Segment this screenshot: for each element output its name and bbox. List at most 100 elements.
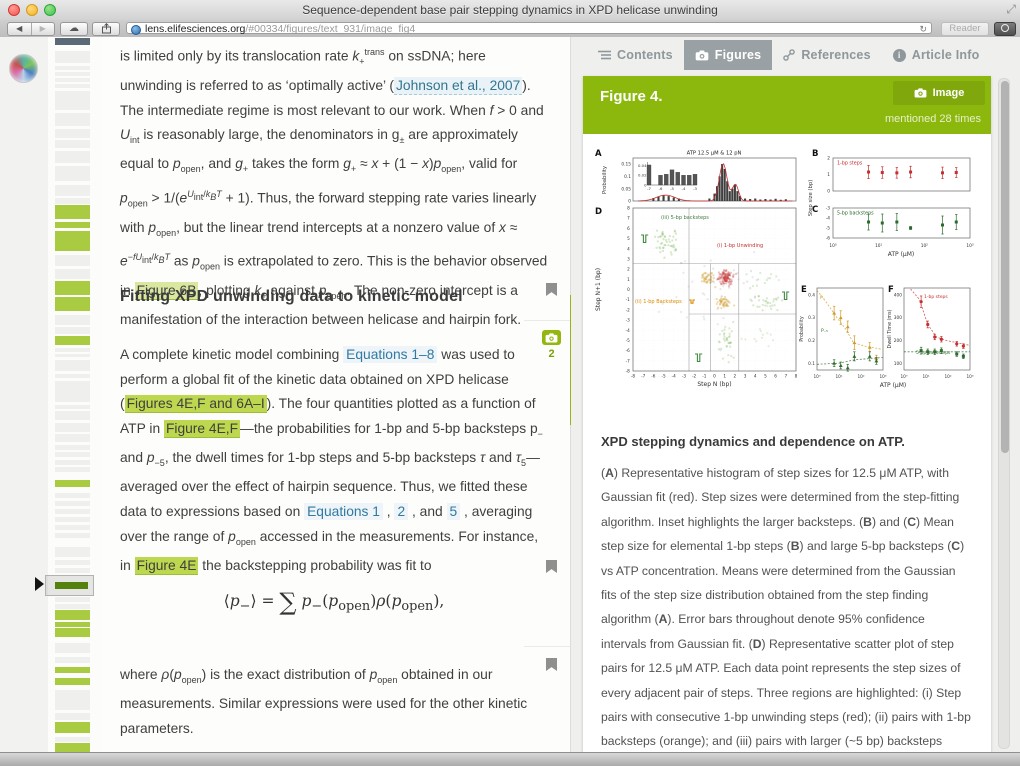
tab-references[interactable]: References xyxy=(772,40,881,70)
svg-text:-5: -5 xyxy=(626,338,631,343)
svg-text:0.2: 0.2 xyxy=(808,338,815,344)
minimap-bar[interactable] xyxy=(55,113,90,126)
minimap-bar[interactable] xyxy=(55,78,90,82)
minimap-bar[interactable] xyxy=(55,51,90,63)
fullscreen-icon[interactable]: ⤢ xyxy=(1006,2,1016,17)
svg-text:D: D xyxy=(595,207,602,217)
minimap-bar[interactable] xyxy=(55,509,90,514)
svg-text:0.1: 0.1 xyxy=(808,361,815,367)
minimap-bar[interactable] xyxy=(55,533,90,538)
svg-text:Probability: Probability xyxy=(602,166,608,194)
minimap-bar[interactable] xyxy=(55,517,90,522)
bookmark-icon[interactable] xyxy=(546,560,557,573)
minimap-bar[interactable] xyxy=(55,467,90,472)
minimap-bar[interactable] xyxy=(55,198,90,204)
minimap-bar[interactable] xyxy=(55,185,90,196)
tab-figures[interactable]: Figures xyxy=(683,40,773,70)
figure-mention-count[interactable]: 2 xyxy=(542,348,561,360)
minimap-bar[interactable] xyxy=(55,374,90,378)
image-button[interactable]: Image xyxy=(893,81,985,105)
top-sites-button[interactable] xyxy=(994,22,1016,36)
minimap-bar[interactable] xyxy=(55,205,90,219)
lens-logo[interactable] xyxy=(9,54,38,83)
bookmark-icon[interactable] xyxy=(546,283,557,296)
figure-4-image[interactable]: A ATP 12.5 µM & 12 pNProbability0.150.10.… xyxy=(591,140,983,406)
icloud-tabs-button[interactable]: ☁ xyxy=(60,22,88,36)
minimap-bar[interactable] xyxy=(55,678,90,685)
minimap-bar[interactable] xyxy=(55,405,90,409)
figure-ref[interactable]: Figures 4E,F and 6A–I xyxy=(124,395,267,414)
camera-icon xyxy=(914,88,927,98)
minimap-bar[interactable] xyxy=(55,72,90,76)
minimap-bar[interactable] xyxy=(55,354,90,357)
minimap-current-position[interactable] xyxy=(45,575,94,596)
equation-ref[interactable]: 5 xyxy=(446,503,461,521)
minimap-bar[interactable] xyxy=(55,690,90,710)
minimap-bar[interactable] xyxy=(55,381,90,402)
equation-ref[interactable]: 2 xyxy=(394,503,409,521)
minimap-bar[interactable] xyxy=(55,423,90,432)
minimap-bar[interactable] xyxy=(55,737,90,742)
minimap-bar[interactable] xyxy=(55,628,90,637)
minimap-bar[interactable] xyxy=(55,568,90,573)
minimap-bar[interactable] xyxy=(55,269,90,279)
tab-contents[interactable]: Contents xyxy=(587,40,684,70)
address-bar[interactable]: lens.elifesciences.org/#00334/figures/te… xyxy=(126,22,932,35)
minimap-bar[interactable] xyxy=(55,38,90,45)
minimap-bar[interactable] xyxy=(55,713,90,720)
reader-button[interactable]: Reader xyxy=(941,22,989,36)
minimap-bar[interactable] xyxy=(55,722,90,733)
svg-text:E: E xyxy=(801,285,807,295)
minimap-bar[interactable] xyxy=(55,667,90,673)
share-button[interactable] xyxy=(92,22,120,36)
minimap-bar[interactable] xyxy=(55,91,90,110)
minimap-bar[interactable] xyxy=(55,348,90,352)
minimap-bar[interactable] xyxy=(55,480,90,487)
back-button[interactable]: ◀ xyxy=(8,23,31,35)
figure-ref[interactable]: Figure 4E xyxy=(134,557,199,575)
minimap-bar[interactable] xyxy=(55,501,90,506)
minimap-bar[interactable] xyxy=(55,622,90,627)
citation-johnson-2007[interactable]: Johnson et al., 2007 xyxy=(394,76,523,95)
minimap-bar[interactable] xyxy=(55,604,90,609)
minimap-bar[interactable] xyxy=(55,255,90,266)
minimap-bar[interactable] xyxy=(55,411,90,420)
minimap-bar[interactable] xyxy=(55,452,90,457)
minimap-bar[interactable] xyxy=(55,643,90,653)
minimap-bar[interactable] xyxy=(55,140,90,148)
minimap-bar[interactable] xyxy=(55,460,90,465)
figure-ref[interactable]: Figure 4E,F xyxy=(163,419,241,438)
minimap-bar[interactable] xyxy=(55,84,90,88)
minimap-bar[interactable] xyxy=(55,610,90,620)
minimap-bar[interactable] xyxy=(55,547,90,557)
document-minimap[interactable] xyxy=(45,37,102,753)
panel-scrollbar-thumb[interactable] xyxy=(1001,81,1009,453)
minimap-bar[interactable] xyxy=(55,657,90,663)
minimap-bar[interactable] xyxy=(55,297,90,311)
minimap-bar[interactable] xyxy=(55,222,90,228)
minimap-bar[interactable] xyxy=(55,315,90,325)
minimap-bar[interactable] xyxy=(55,336,90,345)
minimap-bar[interactable] xyxy=(55,281,90,295)
minimap-bar[interactable] xyxy=(55,445,90,450)
minimap-bar[interactable] xyxy=(55,560,90,565)
minimap-bar[interactable] xyxy=(55,129,90,138)
minimap-bar[interactable] xyxy=(55,231,90,251)
minimap-bar[interactable] xyxy=(55,360,90,371)
minimap-bar[interactable] xyxy=(55,493,90,498)
minimap-bar[interactable] xyxy=(55,327,90,334)
bookmark-icon[interactable] xyxy=(546,658,557,671)
tab-article-info[interactable]: i Article Info xyxy=(882,40,991,70)
minimap-bar[interactable] xyxy=(55,743,90,752)
minimap-bar[interactable] xyxy=(55,434,90,442)
figure-reference-camera-icon[interactable] xyxy=(542,330,561,345)
minimap-bar[interactable] xyxy=(55,166,90,181)
minimap-bar[interactable] xyxy=(55,525,90,530)
forward-button[interactable]: ▶ xyxy=(30,23,55,35)
minimap-bar[interactable] xyxy=(55,597,90,602)
reload-icon[interactable]: ↻ xyxy=(919,23,927,35)
minimap-bar[interactable] xyxy=(55,66,90,70)
equation-ref[interactable]: Equations 1–8 xyxy=(343,346,438,363)
minimap-bar[interactable] xyxy=(55,151,90,163)
equation-ref[interactable]: Equations 1 xyxy=(304,503,383,521)
